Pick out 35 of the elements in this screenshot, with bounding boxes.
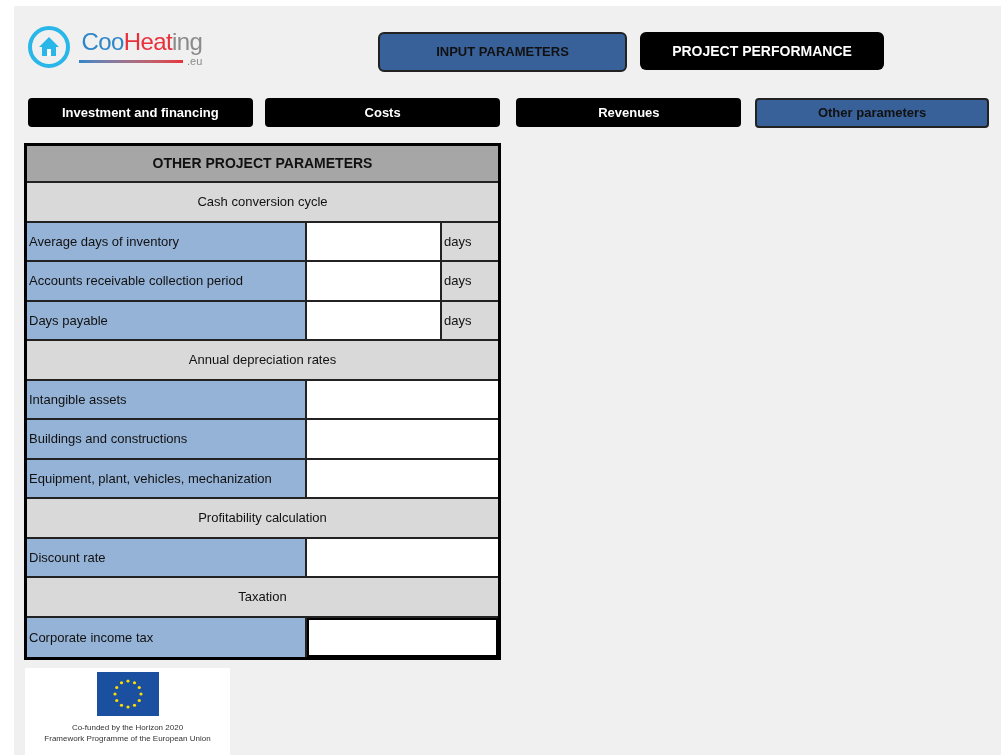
input-cell[interactable] <box>307 301 442 339</box>
input-cell[interactable] <box>307 420 498 458</box>
input-cell[interactable] <box>307 262 442 300</box>
row-label: Accounts receivable collection period <box>27 262 307 300</box>
row-label: Discount rate <box>27 538 307 576</box>
eu-funding-notice: Co-funded by the Horizon 2020 Framework Programme of the European Union <box>25 668 230 755</box>
row-label: Buildings and constructions <box>27 420 307 458</box>
row-label: Corporate income tax <box>27 617 307 657</box>
nav-button[interactable]: PROJECT PERFORMANCE <box>640 32 884 70</box>
tab[interactable]: Investment and financing <box>28 98 253 127</box>
row-label: Intangible assets <box>27 380 307 418</box>
section-header: Cash conversion cycle <box>27 183 498 221</box>
tab[interactable]: Revenues <box>516 98 742 127</box>
logo-text: ing <box>172 28 203 55</box>
input-cell[interactable] <box>307 459 498 497</box>
unit-label: days <box>442 301 498 339</box>
row-label: Days payable <box>27 301 307 339</box>
tab[interactable]: Costs <box>264 98 501 127</box>
unit-label: days <box>442 262 498 300</box>
table-title: OTHER PROJECT PARAMETERS <box>27 146 498 183</box>
input-cell[interactable] <box>307 617 498 657</box>
section-header: Annual depreciation rates <box>27 341 498 379</box>
input-cell[interactable] <box>307 380 498 418</box>
input-cell[interactable] <box>307 538 498 576</box>
unit-label: days <box>442 222 498 260</box>
logo-text: Heat <box>123 28 173 55</box>
section-header: Profitability calculation <box>27 499 498 537</box>
logo-domain: .eu <box>187 55 203 67</box>
section-header: Taxation <box>27 578 498 616</box>
logo-text: Coo <box>81 28 124 55</box>
row-label: Equipment, plant, vehicles, mechanization <box>27 459 307 497</box>
eu-flag-icon <box>96 672 159 716</box>
input-cell[interactable] <box>307 222 442 260</box>
row-label: Average days of inventory <box>27 222 307 260</box>
house-logo-icon <box>27 25 71 69</box>
